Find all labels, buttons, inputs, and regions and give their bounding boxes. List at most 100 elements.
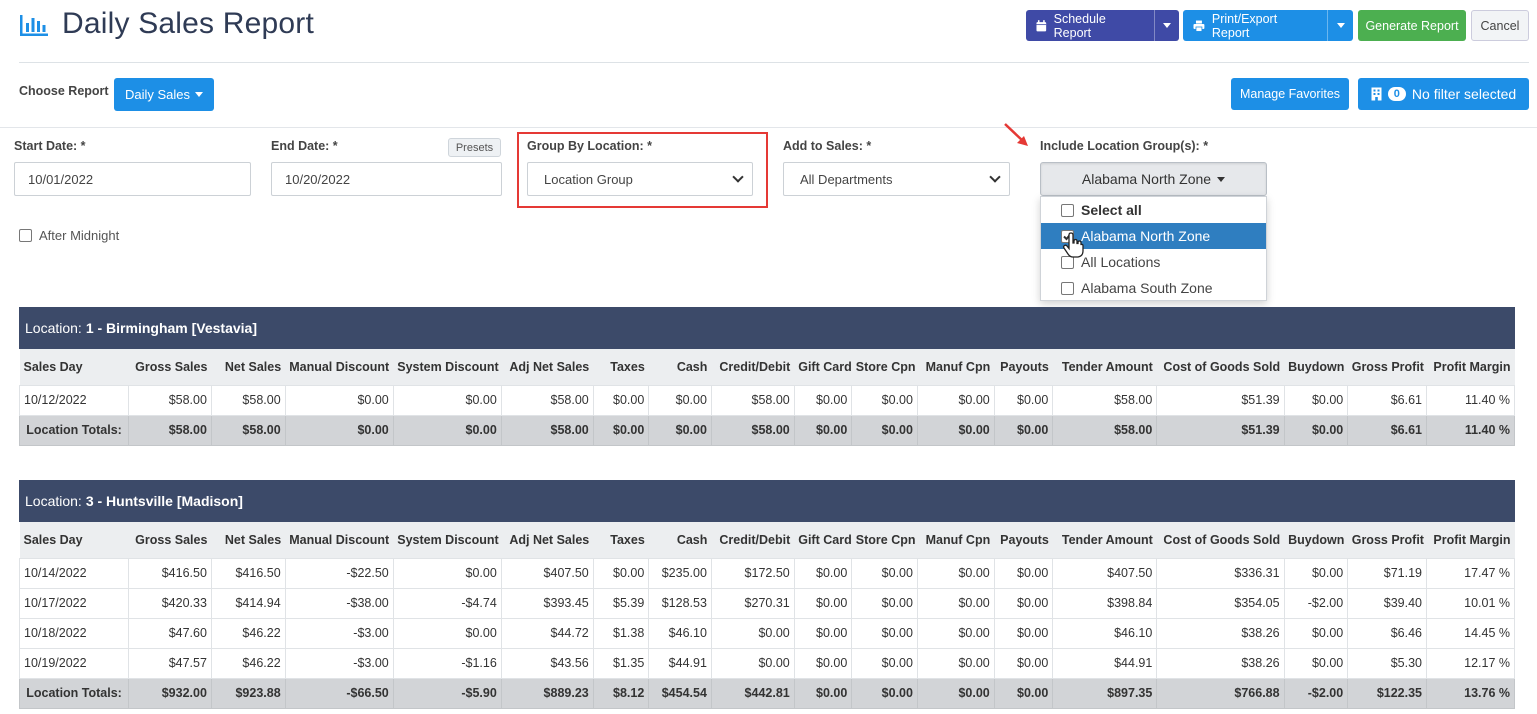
table-cell: $6.46 [1347, 617, 1427, 649]
total-cell: $58.00 [128, 414, 212, 446]
column-header[interactable]: Gross Profit [1347, 522, 1427, 558]
print-export-caret[interactable] [1327, 10, 1353, 41]
total-cell: $122.35 [1347, 677, 1427, 709]
column-header[interactable]: Manual Discount [285, 522, 394, 558]
add-to-sales-value: All Departments [800, 171, 893, 187]
total-cell: $6.61 [1347, 414, 1427, 446]
filter-button[interactable]: 0 No filter selected [1358, 78, 1529, 110]
location-prefix: Location: [25, 320, 82, 336]
schedule-report-caret[interactable] [1153, 10, 1179, 41]
column-header[interactable]: Gross Profit [1347, 349, 1427, 385]
column-header[interactable]: Adj Net Sales [501, 522, 594, 558]
column-header[interactable]: Manuf Cpn [917, 349, 995, 385]
presets-button[interactable]: Presets [448, 138, 501, 157]
divider [19, 62, 1529, 63]
column-header[interactable]: Cost of Goods Sold [1156, 349, 1285, 385]
location-prefix: Location: [25, 493, 82, 509]
table-cell: $172.50 [710, 557, 795, 589]
table-cell: $0.00 [916, 617, 995, 649]
column-header[interactable]: Tender Amount [1052, 522, 1157, 558]
column-header[interactable]: Store Cpn [851, 349, 918, 385]
column-header[interactable]: Payouts [994, 522, 1053, 558]
total-cell: $0.00 [993, 677, 1054, 709]
column-header[interactable]: Credit/Debit [711, 522, 795, 558]
start-date-input[interactable]: 10/01/2022 [14, 162, 251, 196]
manage-favorites-button[interactable]: Manage Favorites [1231, 78, 1349, 110]
column-header[interactable]: Credit/Debit [711, 349, 795, 385]
location-totals-row: Location Totals: $58.00 $58.00 $0.00 $0.00 $5… [18, 414, 1515, 446]
column-header[interactable]: Taxes [593, 522, 649, 558]
table-cell: $414.94 [210, 587, 286, 619]
group-by-location-select[interactable]: Location Group [527, 162, 753, 196]
end-date-input[interactable]: 10/20/2022 [271, 162, 502, 196]
column-header[interactable]: Net Sales [211, 522, 286, 558]
total-cell: $766.88 [1156, 677, 1285, 709]
column-header[interactable]: Gift Card [794, 349, 852, 385]
after-midnight-option[interactable]: After Midnight [19, 228, 119, 243]
checkbox[interactable] [1061, 281, 1074, 295]
total-cell: $442.81 [710, 677, 795, 709]
total-cell: $923.88 [210, 677, 286, 709]
table-cell: $235.00 [648, 557, 712, 589]
table-cell: $0.00 [851, 587, 918, 619]
include-location-groups-label: Include Location Group(s): * [1040, 139, 1209, 153]
table-cell: $58.00 [710, 384, 795, 416]
column-header[interactable]: Cash [648, 349, 712, 385]
column-header[interactable]: Gross Sales [128, 522, 212, 558]
column-header[interactable]: Manual Discount [285, 349, 394, 385]
table-cell: $0.00 [993, 617, 1054, 649]
column-header[interactable]: Buydown [1284, 522, 1348, 558]
table-cell: $5.39 [592, 587, 650, 619]
column-header[interactable]: Buydown [1284, 349, 1348, 385]
print-export-button[interactable]: Print/Export Report [1183, 10, 1353, 41]
checkbox[interactable] [19, 229, 32, 242]
column-header[interactable]: System Discount [393, 522, 502, 558]
total-cell: $8.12 [592, 677, 650, 709]
column-header[interactable]: Cost of Goods Sold [1156, 522, 1285, 558]
column-header[interactable]: Gift Card [794, 522, 852, 558]
hand-cursor-icon [1062, 232, 1084, 258]
group-by-location-label: Group By Location: * [527, 139, 652, 153]
column-header[interactable]: System Discount [393, 349, 502, 385]
column-header[interactable]: Tender Amount [1052, 349, 1157, 385]
column-header[interactable]: Sales Day [19, 349, 129, 385]
checkbox[interactable] [1061, 203, 1074, 217]
menu-item-label: Alabama South Zone [1081, 280, 1213, 296]
table-cell: $46.10 [1052, 617, 1158, 649]
total-cell: $0.00 [851, 677, 918, 709]
location-name: 3 - Huntsville [Madison] [85, 493, 243, 509]
column-header[interactable]: Payouts [994, 349, 1053, 385]
column-header[interactable]: Sales Day [19, 522, 129, 558]
column-header[interactable]: Gross Sales [128, 349, 212, 385]
column-header[interactable]: Net Sales [211, 349, 286, 385]
location-group-dropdown[interactable]: Alabama North Zone [1040, 162, 1267, 196]
table-cell: $44.91 [1052, 647, 1158, 679]
column-header[interactable]: Cash [648, 522, 712, 558]
table-cell: $407.50 [1052, 557, 1158, 589]
table-cell: $270.31 [710, 587, 795, 619]
schedule-report-button[interactable]: Schedule Report [1026, 10, 1179, 41]
table-cell: $0.00 [648, 384, 712, 416]
column-header[interactable]: Adj Net Sales [501, 349, 594, 385]
menu-item-alabama-south-zone[interactable]: Alabama South Zone [1041, 275, 1266, 301]
table-cell: 17.47 % [1426, 557, 1515, 589]
menu-item-select-all[interactable]: Select all [1041, 197, 1266, 223]
total-cell: 11.40 % [1426, 414, 1515, 446]
column-header[interactable]: Profit Margin [1426, 349, 1515, 385]
column-header[interactable]: Taxes [593, 349, 649, 385]
report-select-button[interactable]: Daily Sales [114, 78, 214, 111]
add-to-sales-select[interactable]: All Departments [783, 162, 1010, 196]
column-header[interactable]: Manuf Cpn [917, 522, 995, 558]
total-cell: $0.00 [592, 414, 650, 446]
end-date-label: End Date: * [271, 139, 338, 153]
column-header[interactable]: Store Cpn [851, 522, 918, 558]
table-cell: $0.00 [592, 384, 650, 416]
total-cell: $454.54 [648, 677, 712, 709]
generate-report-button[interactable]: Generate Report [1358, 10, 1466, 41]
cancel-button[interactable]: Cancel [1471, 10, 1529, 41]
table-cell: $0.00 [1283, 384, 1349, 416]
print-export-label: Print/Export Report [1211, 11, 1278, 40]
total-cell: $0.00 [392, 414, 502, 446]
column-header[interactable]: Profit Margin [1426, 522, 1515, 558]
total-cell: $889.23 [500, 677, 594, 709]
